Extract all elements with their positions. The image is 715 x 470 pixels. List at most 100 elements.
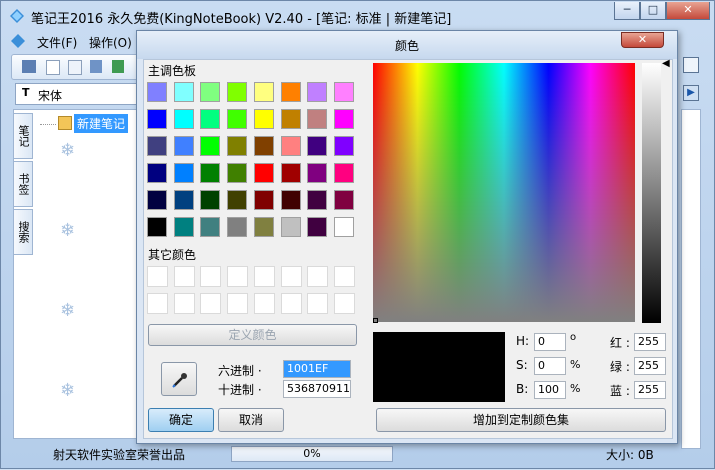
minimize-button[interactable]: ─ [614, 2, 640, 20]
custom-color-swatch[interactable] [307, 293, 329, 314]
fullscreen-icon[interactable] [683, 57, 699, 73]
basic-color-swatch[interactable] [227, 217, 248, 237]
luminance-arrow-icon[interactable]: ◀ [662, 58, 670, 69]
basic-color-swatch[interactable] [200, 217, 221, 237]
custom-color-swatch[interactable] [280, 266, 302, 287]
green-input[interactable]: 255 [634, 357, 666, 375]
cancel-button[interactable]: 取消 [218, 408, 284, 432]
basic-color-swatch[interactable] [227, 163, 248, 183]
basic-color-swatch[interactable] [227, 136, 248, 156]
custom-color-swatch[interactable] [253, 293, 275, 314]
saturation-input[interactable]: 0 [534, 357, 566, 375]
custom-color-swatch[interactable] [173, 266, 195, 287]
document-icon[interactable] [68, 60, 82, 75]
menu-file[interactable]: 文件(F) [37, 34, 77, 51]
tree-item-new-note[interactable]: 新建笔记 [74, 114, 129, 133]
basic-color-swatch[interactable] [147, 190, 167, 210]
basic-color-swatch[interactable] [253, 82, 274, 102]
basic-color-swatch[interactable] [147, 82, 167, 102]
basic-color-swatch[interactable] [227, 109, 248, 129]
close-window-button[interactable]: ✕ [666, 2, 710, 20]
hue-input[interactable]: 0 [534, 333, 566, 351]
basic-color-swatch[interactable] [147, 163, 167, 183]
basic-color-swatch[interactable] [173, 109, 194, 129]
maximize-button[interactable]: □ [640, 2, 666, 20]
luminance-bar[interactable] [642, 63, 661, 323]
basic-color-swatch[interactable] [253, 163, 274, 183]
basic-color-swatch[interactable] [147, 136, 167, 156]
custom-color-swatch[interactable] [147, 293, 168, 314]
custom-color-swatch[interactable] [333, 266, 355, 287]
define-custom-color-button[interactable]: 定义颜色 [148, 324, 357, 346]
notebook-icon[interactable] [22, 60, 36, 73]
basic-color-swatch[interactable] [307, 163, 328, 183]
basic-color-swatch[interactable] [307, 109, 328, 129]
basic-color-swatch[interactable] [200, 136, 221, 156]
tab-search[interactable]: 搜索 [13, 209, 33, 255]
basic-color-swatch[interactable] [333, 217, 354, 237]
basic-color-swatch[interactable] [173, 82, 194, 102]
basic-color-swatch[interactable] [307, 217, 328, 237]
ok-button[interactable]: 确定 [148, 408, 214, 432]
page-icon[interactable] [46, 60, 60, 75]
basic-color-swatch[interactable] [147, 217, 167, 237]
basic-color-swatch[interactable] [253, 109, 274, 129]
basic-color-swatch[interactable] [253, 217, 274, 237]
add-custom-color-button[interactable]: 增加到定制颜色集 [376, 408, 666, 432]
dialog-close-button[interactable]: ✕ [621, 32, 664, 48]
font-select[interactable]: T 宋体 [15, 83, 141, 105]
red-input[interactable]: 255 [634, 333, 666, 351]
custom-color-swatch[interactable] [147, 266, 168, 287]
basic-color-swatch[interactable] [200, 82, 221, 102]
custom-color-swatch[interactable] [333, 293, 355, 314]
next-icon[interactable]: ▶ [683, 85, 699, 101]
basic-color-swatch[interactable] [307, 82, 328, 102]
tab-bookmarks[interactable]: 书签 [13, 161, 33, 207]
export-icon[interactable] [112, 60, 124, 73]
decimal-input[interactable]: 536870911 [283, 380, 351, 398]
color-spectrum[interactable] [373, 63, 635, 322]
tab-notes[interactable]: 笔记 [13, 113, 33, 159]
app-menu-icon[interactable] [11, 34, 25, 48]
custom-color-swatch[interactable] [280, 293, 302, 314]
basic-color-swatch[interactable] [333, 136, 354, 156]
custom-color-swatch[interactable] [253, 266, 275, 287]
basic-color-swatch[interactable] [307, 136, 328, 156]
basic-color-swatch[interactable] [280, 136, 301, 156]
menu-operate[interactable]: 操作(O) [89, 34, 132, 51]
basic-color-swatch[interactable] [173, 217, 194, 237]
custom-color-swatch[interactable] [200, 293, 222, 314]
basic-color-swatch[interactable] [280, 109, 301, 129]
basic-color-swatch[interactable] [333, 190, 354, 210]
basic-color-swatch[interactable] [173, 163, 194, 183]
spectrum-crosshair[interactable] [373, 318, 378, 323]
scrollbar[interactable] [681, 109, 701, 449]
window-icon[interactable] [90, 60, 102, 73]
custom-color-swatch[interactable] [227, 293, 249, 314]
custom-color-swatch[interactable] [200, 266, 222, 287]
hex-input[interactable]: 1001EF [283, 360, 351, 378]
custom-color-swatch[interactable] [173, 293, 195, 314]
basic-color-swatch[interactable] [280, 163, 301, 183]
eyedropper-button[interactable] [161, 362, 197, 396]
basic-color-swatch[interactable] [253, 190, 274, 210]
basic-color-swatch[interactable] [333, 82, 354, 102]
blue-input[interactable]: 255 [634, 381, 666, 399]
brightness-input[interactable]: 100 [534, 381, 566, 399]
basic-color-swatch[interactable] [227, 82, 248, 102]
basic-color-swatch[interactable] [333, 109, 354, 129]
basic-color-swatch[interactable] [200, 190, 221, 210]
basic-color-swatch[interactable] [200, 109, 221, 129]
basic-color-swatch[interactable] [147, 109, 167, 129]
custom-color-swatch[interactable] [227, 266, 249, 287]
basic-color-swatch[interactable] [333, 163, 354, 183]
basic-color-swatch[interactable] [173, 136, 194, 156]
custom-color-swatch[interactable] [307, 266, 329, 287]
basic-color-swatch[interactable] [253, 136, 274, 156]
basic-color-swatch[interactable] [280, 217, 301, 237]
basic-color-swatch[interactable] [227, 190, 248, 210]
basic-color-swatch[interactable] [200, 163, 221, 183]
basic-color-swatch[interactable] [173, 190, 194, 210]
basic-color-swatch[interactable] [307, 190, 328, 210]
basic-color-swatch[interactable] [280, 190, 301, 210]
